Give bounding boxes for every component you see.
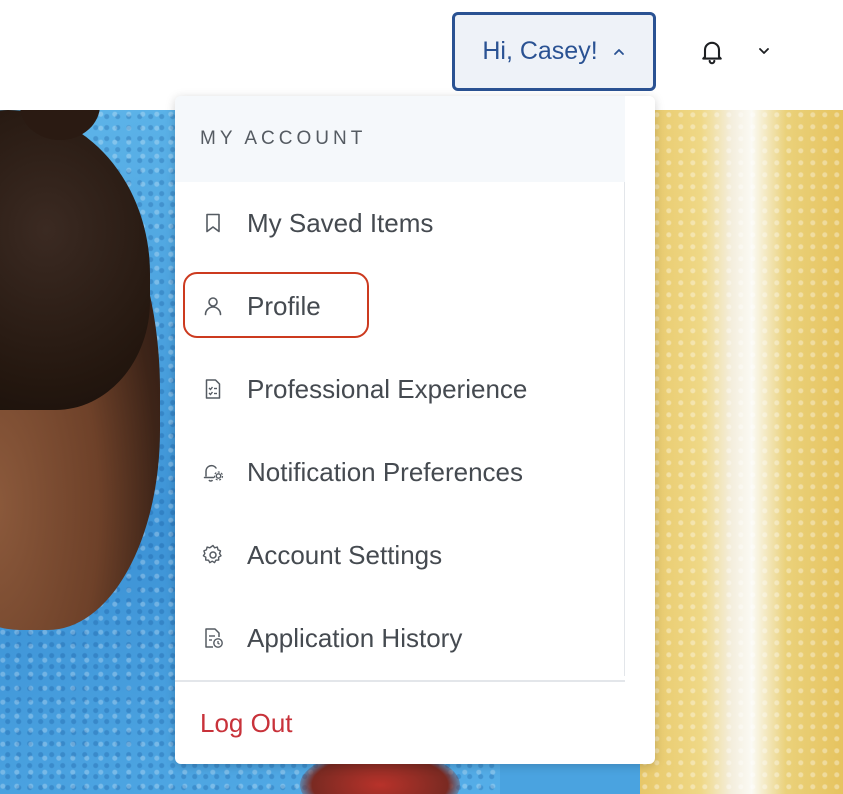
- menu-item-label: Profile: [247, 290, 321, 321]
- document-clock-icon: [201, 626, 225, 650]
- menu-item-label: Account Settings: [247, 539, 443, 570]
- menu-item-notification-preferences[interactable]: Notification Preferences: [175, 437, 625, 507]
- chevron-down-icon: [757, 44, 771, 63]
- menu-scrollbar-track[interactable]: [624, 96, 655, 676]
- logout-button[interactable]: Log Out: [175, 682, 655, 764]
- menu-item-label: Notification Preferences: [247, 456, 524, 487]
- notifications-dropdown-toggle[interactable]: [754, 44, 774, 62]
- top-header: Hi, Casey!: [0, 0, 843, 110]
- menu-item-profile[interactable]: Profile: [175, 271, 625, 341]
- notifications-button[interactable]: [693, 36, 731, 70]
- account-dropdown-menu: MY ACCOUNT My Saved Items Profile Profes…: [175, 96, 655, 764]
- menu-item-label: My Saved Items: [247, 207, 434, 238]
- gear-icon: [201, 543, 225, 567]
- chevron-up-icon: [612, 37, 626, 66]
- menu-item-label: Professional Experience: [247, 373, 528, 404]
- user-icon: [201, 294, 225, 318]
- menu-section-title: MY ACCOUNT: [175, 96, 625, 182]
- menu-item-saved-items[interactable]: My Saved Items: [175, 188, 625, 258]
- checklist-document-icon: [201, 377, 225, 401]
- menu-item-label: Application History: [247, 622, 463, 653]
- menu-item-account-settings[interactable]: Account Settings: [175, 520, 625, 590]
- account-menu-button[interactable]: Hi, Casey!: [452, 12, 656, 91]
- bell-settings-icon: [201, 460, 225, 484]
- menu-item-application-history[interactable]: Application History: [175, 603, 625, 673]
- menu-item-professional-experience[interactable]: Professional Experience: [175, 354, 625, 424]
- account-greeting-label: Hi, Casey!: [482, 37, 598, 65]
- bookmark-icon: [201, 211, 225, 235]
- hero-yellow-wall: [640, 110, 843, 794]
- bell-icon: [698, 37, 726, 70]
